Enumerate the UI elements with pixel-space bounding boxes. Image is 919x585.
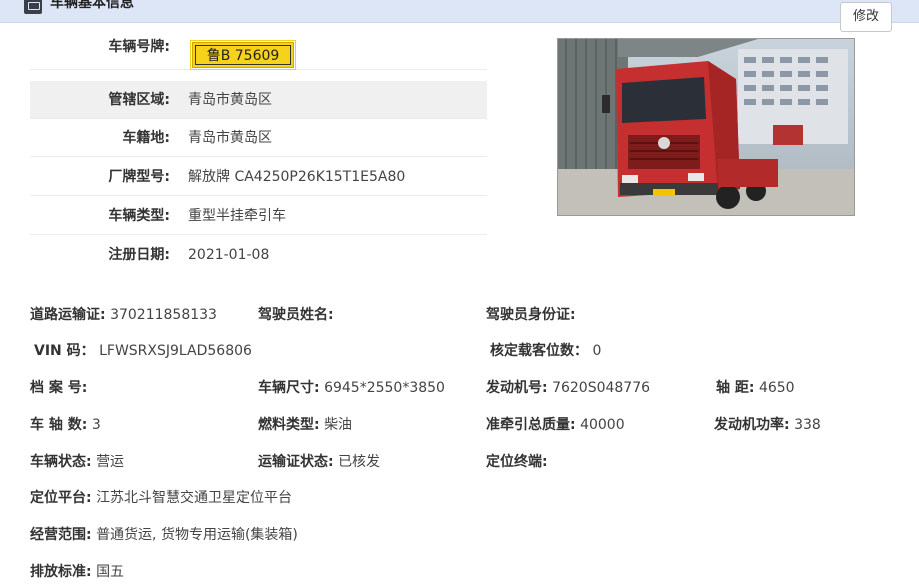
- driver-id-label: 驾驶员身份证:: [486, 307, 576, 323]
- wheelbase: 轴 距: 4650: [716, 377, 795, 397]
- gps-platform: 定位平台: 江苏北斗智慧交通卫星定位平台: [30, 487, 292, 507]
- row-type: 车辆类型: 重型半挂牵引车: [30, 197, 487, 235]
- seats: 核定载客位数： 0: [490, 340, 601, 360]
- file-no-label: 档 案 号:: [30, 380, 88, 396]
- fuel: 燃料类型: 柴油: [258, 414, 352, 434]
- fuel-value: 柴油: [324, 417, 353, 433]
- permit-status-label: 运输证状态:: [258, 454, 334, 470]
- engine-power: 发动机功率: 338: [714, 414, 821, 434]
- vehicle-status: 车辆状态: 营运: [30, 451, 124, 471]
- engine-no-value: 7620S048776: [552, 380, 651, 396]
- row-reg-date: 注册日期: 2021-01-08: [30, 236, 487, 274]
- reg-date-value: 2021-01-08: [188, 247, 270, 263]
- tow-mass-label: 准牵引总质量:: [486, 417, 576, 433]
- wheelbase-value: 4650: [758, 380, 795, 396]
- business-scope-value: 普通货运, 货物专用运输(集装箱): [96, 527, 298, 543]
- model-value: 解放牌 CA4250P26K15T1E5A80: [188, 169, 406, 185]
- plate-label: 车辆号牌:: [108, 39, 170, 55]
- business-scope-label: 经营范围:: [30, 527, 92, 543]
- size: 车辆尺寸: 6945*2550*3850: [258, 377, 445, 397]
- gps-terminal: 定位终端:: [486, 451, 548, 471]
- permit-status: 运输证状态: 已核发: [258, 451, 380, 471]
- driver-id: 驾驶员身份证:: [486, 304, 576, 324]
- tow-mass: 准牵引总质量: 40000: [486, 414, 625, 434]
- driver-name: 驾驶员姓名:: [258, 304, 334, 324]
- axles-label: 车 轴 数:: [30, 417, 88, 433]
- engine-power-label: 发动机功率:: [714, 417, 790, 433]
- road-permit-value: 370211858133: [110, 307, 217, 323]
- emission-label: 排放标准:: [30, 564, 92, 580]
- section-title: 车辆基本信息: [50, 0, 134, 11]
- reg-date-label: 注册日期:: [108, 247, 170, 263]
- road-permit-label: 道路运输证:: [30, 307, 106, 323]
- row-jurisdiction: 管辖区域: 青岛市黄岛区: [30, 81, 487, 119]
- gps-terminal-label: 定位终端:: [486, 454, 548, 470]
- file-no: 档 案 号:: [30, 377, 87, 397]
- section-header: 车辆基本信息: [0, 0, 919, 23]
- row-registry: 车籍地: 青岛市黄岛区: [30, 119, 487, 157]
- vehicle-info-icon: [24, 0, 42, 14]
- type-label: 车辆类型:: [108, 208, 170, 224]
- registry-value: 青岛市黄岛区: [188, 130, 272, 146]
- engine-no-label: 发动机号:: [486, 380, 548, 396]
- tow-mass-value: 40000: [580, 417, 625, 433]
- business-scope: 经营范围: 普通货运, 货物专用运输(集装箱): [30, 524, 298, 544]
- axles-value: 3: [91, 417, 101, 433]
- vehicle-status-label: 车辆状态:: [30, 454, 92, 470]
- seats-value: 0: [592, 343, 602, 359]
- fuel-label: 燃料类型:: [258, 417, 320, 433]
- size-label: 车辆尺寸:: [258, 380, 320, 396]
- emission-standard: 排放标准: 国五: [30, 561, 124, 581]
- jurisdiction-value: 青岛市黄岛区: [188, 92, 272, 108]
- vin: VIN 码： LFWSRXSJ9LAD56806: [34, 340, 252, 360]
- wheelbase-label: 轴 距:: [716, 380, 755, 396]
- permit-status-value: 已核发: [338, 454, 381, 470]
- vin-value: LFWSRXSJ9LAD56806: [99, 343, 252, 359]
- engine-no: 发动机号: 7620S048776: [486, 377, 650, 397]
- emission-value: 国五: [96, 564, 125, 580]
- axles: 车 轴 数: 3: [30, 414, 101, 434]
- model-label: 厂牌型号:: [108, 169, 170, 185]
- vin-label: VIN 码：: [34, 343, 95, 359]
- registry-label: 车籍地:: [122, 130, 170, 146]
- driver-name-label: 驾驶员姓名:: [258, 307, 334, 323]
- truck-photo-icon: [558, 39, 854, 215]
- plate-badge: 鲁B 75609: [190, 40, 296, 70]
- type-value: 重型半挂牵引车: [188, 208, 286, 224]
- vehicle-status-value: 营运: [96, 454, 125, 470]
- gps-platform-label: 定位平台:: [30, 490, 92, 506]
- vehicle-photo: [557, 38, 855, 216]
- engine-power-value: 338: [794, 417, 821, 433]
- plate-number: 鲁B 75609: [195, 45, 291, 65]
- road-permit: 道路运输证: 370211858133: [30, 304, 217, 324]
- jurisdiction-label: 管辖区域:: [108, 92, 170, 108]
- seats-label: 核定载客位数：: [490, 343, 588, 359]
- gps-platform-value: 江苏北斗智慧交通卫星定位平台: [96, 490, 293, 506]
- row-model: 厂牌型号: 解放牌 CA4250P26K15T1E5A80: [30, 158, 487, 196]
- edit-button[interactable]: 修改: [840, 2, 892, 32]
- size-value: 6945*2550*3850: [324, 380, 445, 396]
